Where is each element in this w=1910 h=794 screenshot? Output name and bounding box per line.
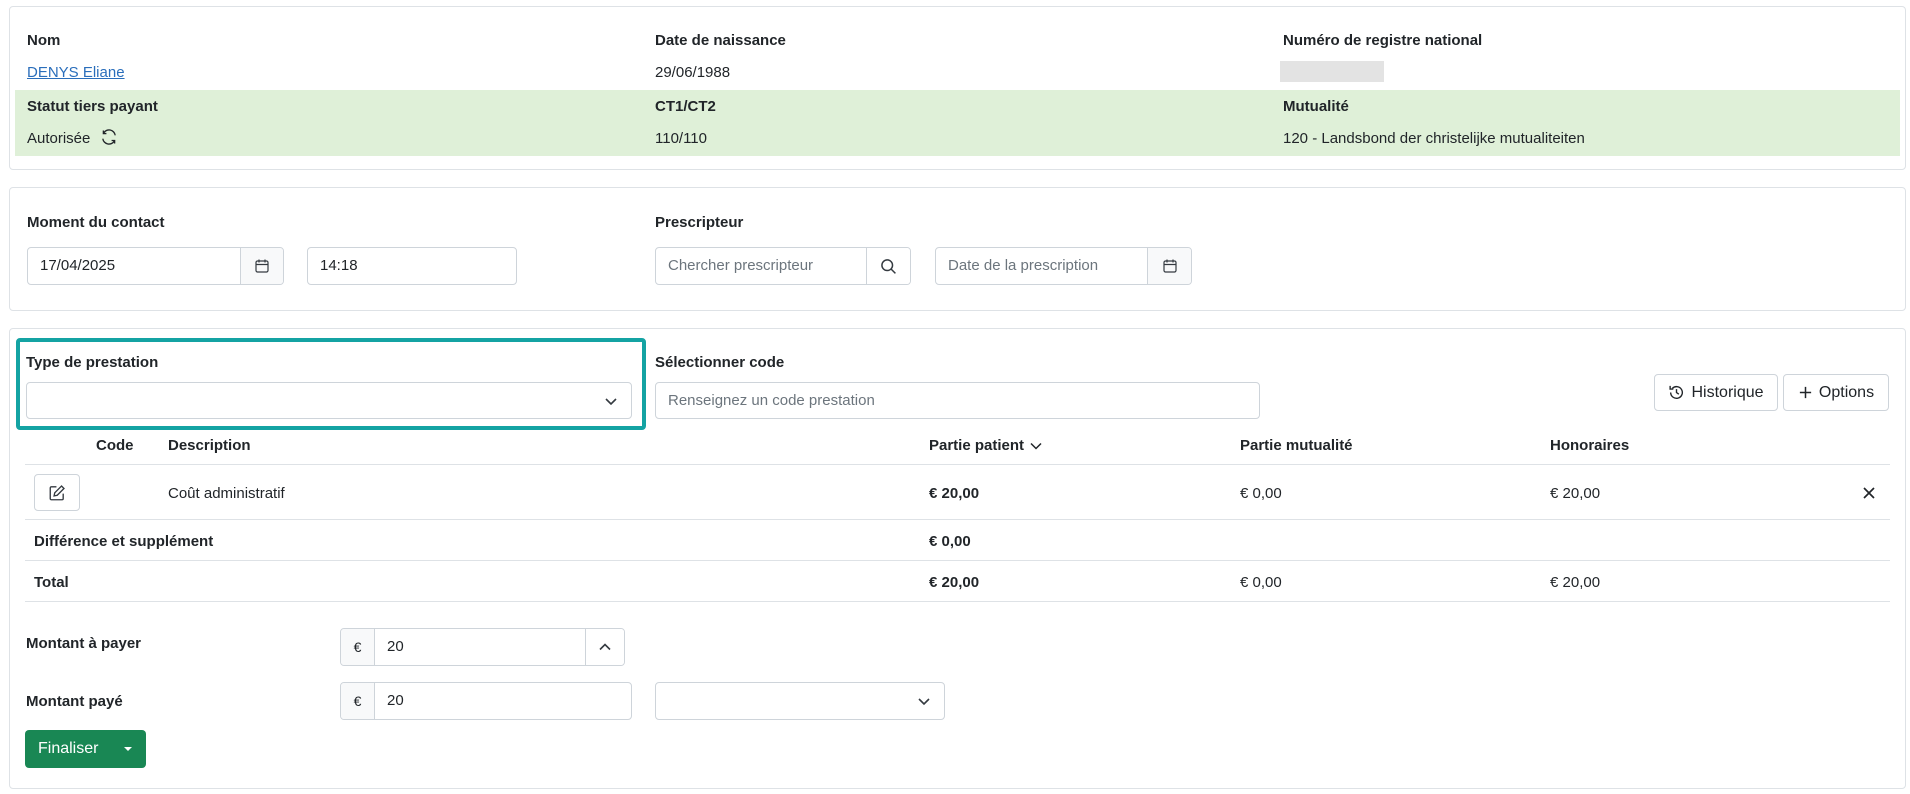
type-prestation-label: Type de prestation	[26, 354, 159, 371]
statut-label: Statut tiers payant	[27, 98, 158, 115]
patient-info-card: Nom DENYS Eliane Date de naissance 29/06…	[9, 6, 1906, 170]
payment-method-select[interactable]	[655, 682, 945, 720]
patient-name-link[interactable]: DENYS Eliane	[27, 64, 125, 81]
montant-paye-value: 20	[387, 692, 404, 709]
calendar-icon[interactable]	[1147, 248, 1191, 284]
dob-value: 29/06/1988	[655, 64, 731, 81]
row-honoraires: € 20,00	[1550, 485, 1601, 502]
ct-value: 110/110	[655, 130, 707, 147]
chevron-down-icon	[917, 695, 931, 707]
difference-label: Différence et supplément	[34, 533, 214, 550]
mutualite-value: 120 - Landsbond der christelijke mutuali…	[1283, 130, 1585, 147]
moment-label: Moment du contact	[27, 214, 165, 231]
chevron-up-icon[interactable]	[585, 629, 624, 665]
nrn-label: Numéro de registre national	[1283, 32, 1483, 49]
th-partie-patient-sort[interactable]: Partie patient	[929, 437, 1043, 454]
nom-label: Nom	[27, 32, 61, 49]
table-divider	[25, 519, 1890, 520]
edit-row-button[interactable]	[34, 474, 80, 511]
table-divider	[25, 601, 1890, 602]
euro-addon: €	[341, 683, 375, 719]
chevron-down-icon	[604, 395, 618, 407]
euro-addon: €	[341, 629, 375, 665]
montant-a-payer-value: 20	[387, 638, 404, 655]
caret-down-icon[interactable]	[123, 745, 133, 753]
th-partie-patient: Partie patient	[929, 437, 1025, 454]
contact-date-value: 17/04/2025	[40, 257, 116, 274]
contact-card: Moment du contact 17/04/2025 14:18 Presc…	[9, 187, 1906, 311]
th-description: Description	[168, 437, 251, 454]
contact-time-input[interactable]: 14:18	[307, 247, 517, 285]
th-partie-mutualite: Partie mutualité	[1240, 437, 1353, 454]
historique-button[interactable]: Historique	[1654, 374, 1778, 411]
difference-partie-patient: € 0,00	[929, 533, 971, 550]
close-icon[interactable]	[1862, 486, 1876, 500]
th-honoraires: Honoraires	[1550, 437, 1630, 454]
contact-time-value: 14:18	[320, 257, 358, 274]
selectionner-code-label: Sélectionner code	[655, 354, 785, 371]
type-prestation-select[interactable]	[26, 382, 632, 419]
mutualite-label: Mutualité	[1283, 98, 1349, 115]
total-label: Total	[34, 574, 69, 591]
row-partie-patient: € 20,00	[929, 485, 980, 502]
calendar-icon[interactable]	[240, 248, 283, 284]
row-partie-mutualite: € 0,00	[1240, 485, 1282, 502]
montant-paye-label: Montant payé	[26, 693, 123, 710]
search-icon[interactable]	[866, 248, 910, 284]
chevron-down-icon	[1029, 441, 1043, 451]
refresh-icon[interactable]	[100, 128, 118, 146]
total-partie-mutualite: € 0,00	[1240, 574, 1282, 591]
options-label: Options	[1818, 383, 1875, 401]
ct-label: CT1/CT2	[655, 98, 716, 115]
code-prestation-input[interactable]: Renseignez un code prestation	[655, 382, 1260, 419]
prescription-date-placeholder: Date de la prescription	[948, 257, 1099, 274]
history-icon	[1668, 384, 1685, 401]
statut-value: Autorisée	[27, 130, 91, 147]
prescripteur-search-input[interactable]: Chercher prescripteur	[655, 247, 911, 285]
contact-date-input[interactable]: 17/04/2025	[27, 247, 284, 285]
historique-label: Historique	[1691, 383, 1764, 401]
prescripteur-placeholder: Chercher prescripteur	[668, 257, 814, 274]
code-prestation-placeholder: Renseignez un code prestation	[668, 392, 875, 409]
prescripteur-label: Prescripteur	[655, 214, 744, 231]
nrn-redacted-value	[1280, 61, 1384, 82]
finaliser-button[interactable]: Finaliser	[25, 740, 111, 758]
th-code: Code	[96, 437, 134, 454]
prescription-date-input[interactable]: Date de la prescription	[935, 247, 1192, 285]
options-button[interactable]: Options	[1783, 374, 1889, 411]
montant-paye-input[interactable]: € 20	[340, 682, 632, 720]
status-band	[15, 90, 1900, 156]
table-divider	[25, 560, 1890, 561]
edit-icon	[48, 484, 66, 502]
finaliser-split-button: Finaliser	[25, 730, 146, 768]
total-partie-patient: € 20,00	[929, 574, 980, 591]
row-description: Coût administratif	[168, 485, 285, 502]
montant-a-payer-input[interactable]: € 20	[340, 628, 625, 666]
plus-icon	[1798, 385, 1813, 400]
dob-label: Date de naissance	[655, 32, 786, 49]
total-honoraires: € 20,00	[1550, 574, 1601, 591]
montant-a-payer-label: Montant à payer	[26, 635, 142, 652]
